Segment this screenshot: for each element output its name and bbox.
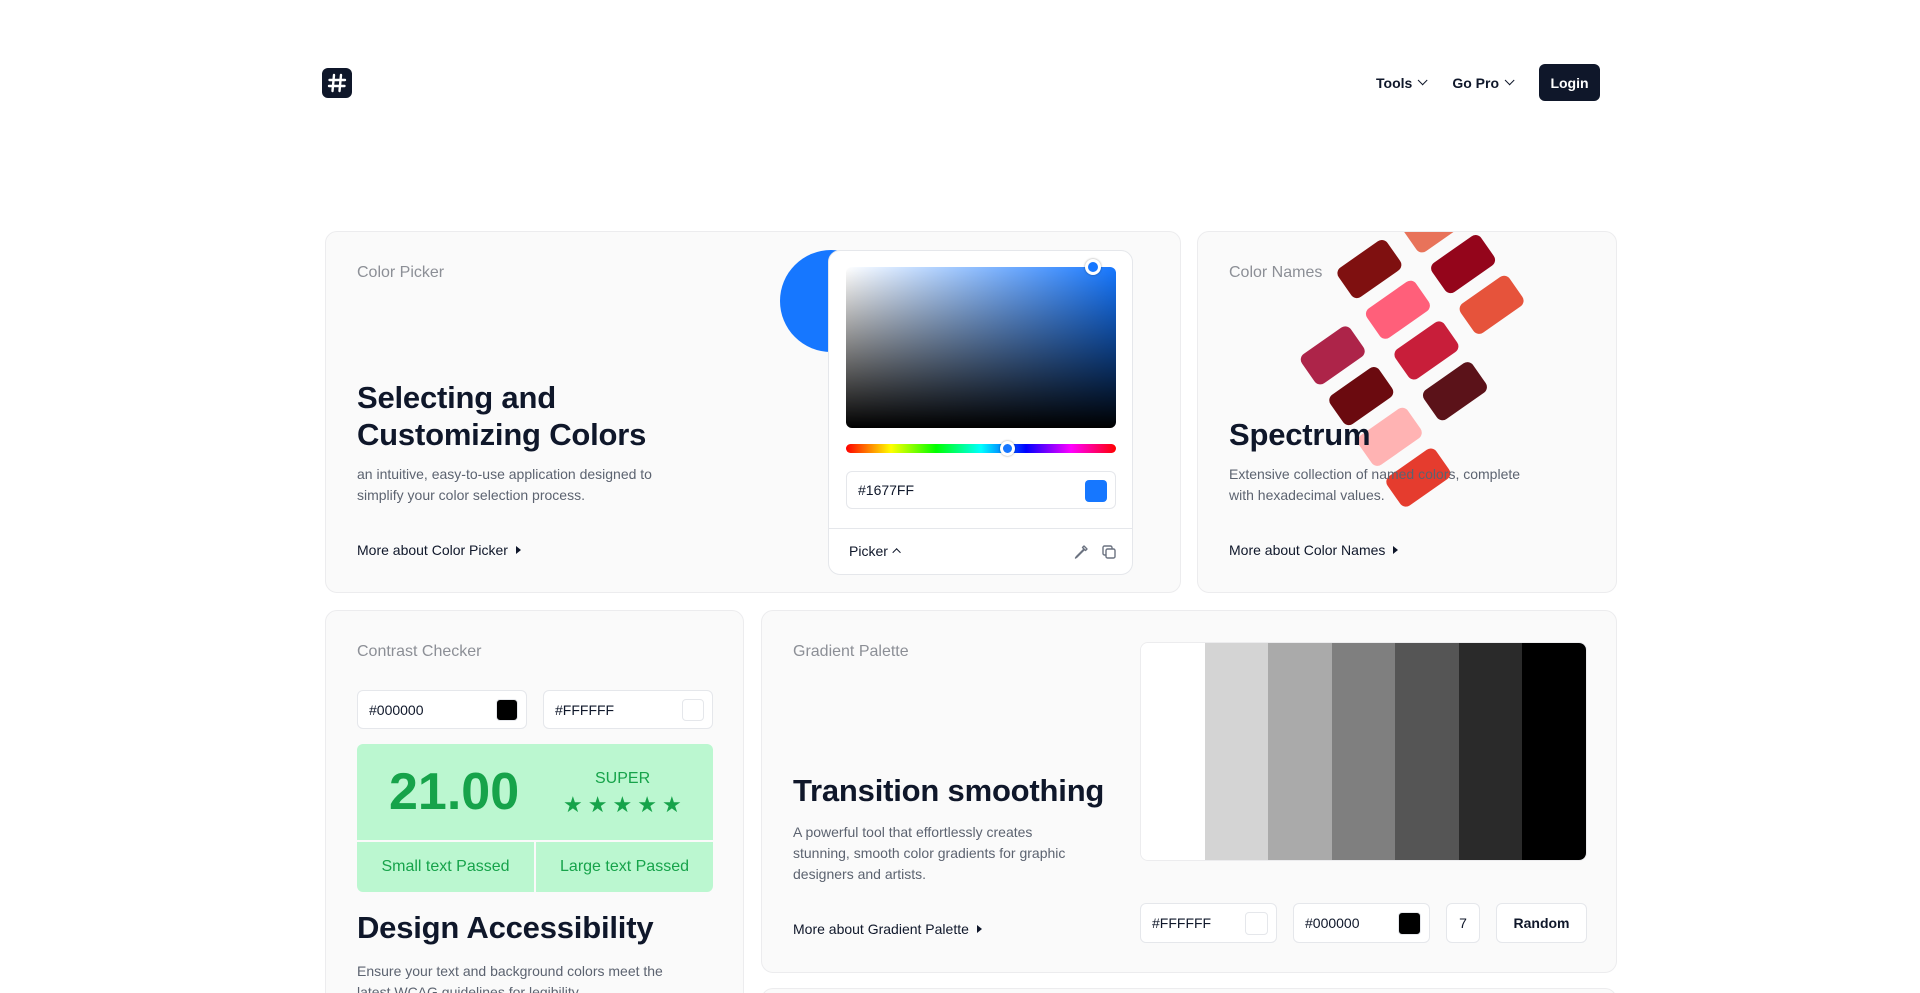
card-title: Transition smoothing (793, 773, 1105, 808)
card-title: Spectrum (1229, 417, 1371, 452)
start-color-hex: #FFFFFF (1152, 915, 1212, 931)
gradient-swatch[interactable] (1331, 643, 1396, 860)
card-title: Selecting and Customizing Colors (357, 379, 646, 453)
picker-mode-toggle[interactable]: Picker (849, 543, 901, 559)
link-label: More about Color Names (1229, 542, 1386, 558)
rating-stars: ★ ★ ★ ★ ★ (563, 794, 682, 816)
card-label: Contrast Checker (357, 643, 482, 660)
card-description: Extensive collection of named colors, co… (1229, 464, 1520, 506)
star-icon: ★ (563, 792, 583, 817)
next-card (761, 988, 1617, 993)
card-label: Color Picker (357, 264, 445, 281)
steps-value: 7 (1459, 915, 1467, 931)
card-title: Design Accessibility (357, 910, 654, 945)
small-text-result: Small text Passed (357, 842, 534, 892)
card-description: A powerful tool that effortlessly create… (793, 822, 1065, 885)
more-color-names-link[interactable]: More about Color Names (1229, 542, 1399, 558)
gradient-swatch[interactable] (1522, 643, 1586, 860)
copy-icon[interactable] (1100, 543, 1118, 561)
chevron-right-icon (976, 925, 982, 933)
foreground-color-input[interactable]: #000000 (357, 690, 527, 729)
chevron-up-icon (892, 548, 901, 557)
title-line: Selecting and (357, 380, 556, 415)
gradient-palette-card: Gradient Palette Transition smoothing A … (761, 610, 1617, 973)
hex-input[interactable]: #1677FF (846, 471, 1116, 509)
chevron-right-icon (515, 546, 521, 554)
desc-line: A powerful tool that effortlessly create… (793, 824, 1033, 840)
hex-value: #1677FF (858, 482, 915, 498)
desc-line: stunning, smooth color gradients for gra… (793, 845, 1066, 861)
start-color-swatch (1245, 912, 1268, 935)
contrast-result: 21.00 SUPER ★ ★ ★ ★ ★ Small text Passed … (357, 744, 713, 892)
steps-input[interactable]: 7 (1446, 903, 1480, 943)
end-color-input[interactable]: #000000 (1293, 903, 1430, 943)
chevron-down-icon (1417, 75, 1428, 86)
foreground-hex: #000000 (369, 701, 424, 718)
hash-icon (327, 73, 347, 93)
background-hex: #FFFFFF (555, 701, 615, 718)
nav-go-pro[interactable]: Go Pro (1452, 74, 1515, 91)
card-description: Ensure your text and background colors m… (357, 961, 663, 993)
end-color-swatch (1398, 912, 1421, 935)
star-icon: ★ (637, 792, 657, 817)
contrast-checker-card: Contrast Checker #000000 #FFFFFF 21.00 S… (325, 610, 744, 993)
link-label: More about Color Picker (357, 542, 508, 558)
contrast-grade: SUPER (595, 770, 651, 787)
desc-line: Ensure your text and background colors m… (357, 963, 663, 979)
desc-line: designers and artists. (793, 866, 927, 882)
foreground-swatch (496, 699, 518, 721)
eyedropper-icon[interactable] (1072, 543, 1090, 561)
star-icon: ★ (587, 792, 608, 817)
card-label: Gradient Palette (793, 643, 909, 660)
background-color-input[interactable]: #FFFFFF (543, 690, 713, 729)
desc-line: latest WCAG guidelines for legibility. (357, 984, 582, 993)
logo[interactable] (322, 68, 352, 98)
background-swatch (682, 699, 704, 721)
ratio-panel: 21.00 SUPER ★ ★ ★ ★ ★ (357, 744, 713, 840)
top-nav: Tools Go Pro Login (1376, 64, 1600, 101)
link-label: More about Gradient Palette (793, 921, 969, 937)
more-color-picker-link[interactable]: More about Color Picker (357, 542, 521, 558)
desc-line: simplify your color selection process. (357, 487, 585, 503)
star-icon: ★ (661, 792, 682, 817)
desc-line: Extensive collection of named colors, co… (1229, 466, 1521, 482)
color-swatch (1085, 480, 1107, 502)
login-button[interactable]: Login (1539, 64, 1600, 101)
star-icon: ★ (612, 792, 633, 817)
chevron-down-icon (1504, 75, 1515, 86)
gradient-swatch-strip (1140, 642, 1587, 861)
card-description: an intuitive, easy-to-use application de… (357, 464, 652, 506)
picker-mode-label: Picker (849, 543, 888, 559)
gradient-swatch[interactable] (1458, 643, 1523, 860)
saturation-handle[interactable] (1085, 259, 1101, 275)
chevron-right-icon (1393, 546, 1399, 554)
color-picker-widget: #1677FF Picker (828, 250, 1133, 575)
end-color-hex: #000000 (1305, 915, 1360, 931)
hue-handle[interactable] (1000, 441, 1015, 456)
nav-tools[interactable]: Tools (1376, 74, 1428, 91)
gradient-swatch[interactable] (1268, 643, 1332, 860)
gradient-swatch[interactable] (1204, 643, 1269, 860)
desc-line: an intuitive, easy-to-use application de… (357, 466, 652, 482)
nav-go-pro-label: Go Pro (1452, 74, 1499, 91)
card-label: Color Names (1229, 264, 1323, 281)
saturation-area[interactable] (846, 267, 1116, 428)
random-button[interactable]: Random (1496, 903, 1587, 943)
large-text-result: Large text Passed (536, 842, 713, 892)
picker-footer: Picker (829, 528, 1132, 574)
contrast-ratio: 21.00 (389, 763, 520, 821)
hue-slider[interactable] (846, 444, 1116, 453)
desc-line: with hexadecimal values. (1229, 487, 1385, 503)
gradient-swatch[interactable] (1141, 643, 1205, 860)
more-gradient-palette-link[interactable]: More about Gradient Palette (793, 921, 982, 937)
start-color-input[interactable]: #FFFFFF (1140, 903, 1277, 943)
nav-tools-label: Tools (1376, 74, 1413, 91)
title-line: Customizing Colors (357, 417, 647, 452)
gradient-swatch[interactable] (1395, 643, 1459, 860)
color-names-card: Color Names Spectrum Extensive collectio… (1197, 231, 1617, 593)
color-tiles-illustration (1300, 232, 1524, 507)
